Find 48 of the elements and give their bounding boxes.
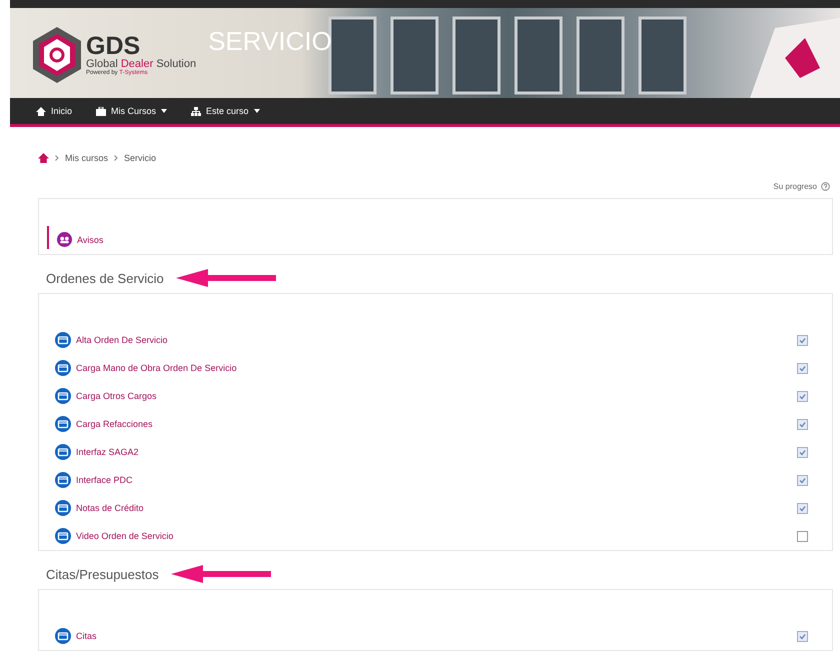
- activity-link[interactable]: Alta Orden De Servicio: [76, 335, 797, 345]
- activity-link[interactable]: Carga Otros Cargos: [76, 391, 797, 401]
- section-title: Ordenes de Servicio: [46, 270, 164, 286]
- activity-link[interactable]: Carga Mano de Obra Orden De Servicio: [76, 363, 797, 373]
- completion-checkbox[interactable]: [797, 362, 808, 374]
- completion-checkbox[interactable]: [797, 474, 808, 486]
- completion-checkbox[interactable]: [797, 502, 808, 514]
- activity-link[interactable]: Video Orden de Servicio: [76, 531, 797, 541]
- breadcrumb-link[interactable]: Servicio: [124, 153, 156, 163]
- nav-menu-item[interactable]: Inicio: [36, 106, 72, 116]
- page-icon: [55, 500, 71, 516]
- chevron-icon: [55, 155, 59, 161]
- activity-link[interactable]: Carga Refacciones: [76, 419, 797, 429]
- forum-icon: [57, 232, 72, 247]
- briefcase-icon: [96, 106, 106, 116]
- breadcrumb-link[interactable]: Mis cursos: [65, 153, 108, 163]
- activity-link[interactable]: Notas de Crédito: [76, 503, 797, 513]
- page-icon: [55, 472, 71, 488]
- page-icon: [55, 388, 71, 404]
- activity-link[interactable]: Interfaz SAGA2: [76, 447, 797, 457]
- progress-label: Su progreso: [773, 182, 817, 191]
- activity-link[interactable]: Interface PDC: [76, 475, 797, 485]
- completion-checkbox[interactable]: [797, 446, 808, 458]
- completion-checkbox[interactable]: [797, 530, 808, 542]
- page-icon: [55, 628, 71, 644]
- home-icon: [36, 106, 46, 116]
- sitemap-icon: [191, 106, 202, 116]
- page-icon: [55, 416, 71, 432]
- help-icon: [821, 182, 830, 191]
- course-title: SERVICIO: [208, 26, 332, 57]
- gds-logo-icon: [32, 26, 82, 84]
- nav-menu-item[interactable]: Este curso: [191, 106, 260, 116]
- logo-subtitle: Global Dealer Solution: [86, 58, 196, 70]
- completion-checkbox[interactable]: [797, 390, 808, 402]
- activity-link[interactable]: Citas: [76, 631, 797, 641]
- home-icon: [38, 153, 49, 163]
- page-icon: [55, 444, 71, 460]
- logo-title: GDS: [86, 34, 140, 58]
- chevron-icon: [114, 155, 118, 161]
- completion-checkbox[interactable]: [797, 334, 808, 346]
- completion-checkbox[interactable]: [797, 418, 808, 430]
- activity-link[interactable]: Avisos: [77, 234, 104, 244]
- section-title: Citas/Presupuestos: [46, 566, 159, 582]
- page-icon: [55, 332, 71, 348]
- nav-menu-item[interactable]: Mis Cursos: [96, 106, 168, 116]
- page-icon: [55, 360, 71, 376]
- completion-checkbox[interactable]: [797, 630, 808, 642]
- page-icon: [55, 528, 71, 544]
